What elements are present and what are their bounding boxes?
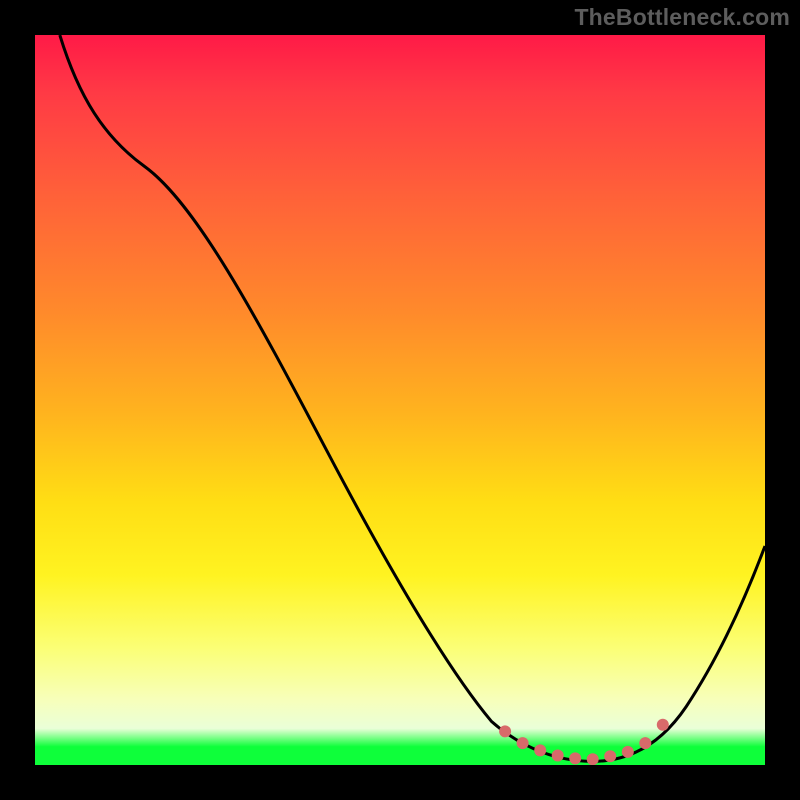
highlight-marker (517, 737, 529, 749)
highlight-marker (604, 750, 616, 762)
highlight-markers (499, 719, 669, 765)
highlight-marker (639, 737, 651, 749)
plot-area (35, 35, 765, 765)
highlight-marker (657, 719, 669, 731)
highlight-marker (552, 750, 564, 762)
highlight-marker (587, 753, 599, 765)
highlight-marker (534, 744, 546, 756)
bottleneck-curve (60, 35, 765, 761)
highlight-marker (499, 725, 511, 737)
watermark-text: TheBottleneck.com (574, 4, 790, 31)
highlight-marker (622, 746, 634, 758)
chart-frame: TheBottleneck.com (0, 0, 800, 800)
curve-layer (35, 35, 765, 765)
highlight-marker (569, 752, 581, 764)
